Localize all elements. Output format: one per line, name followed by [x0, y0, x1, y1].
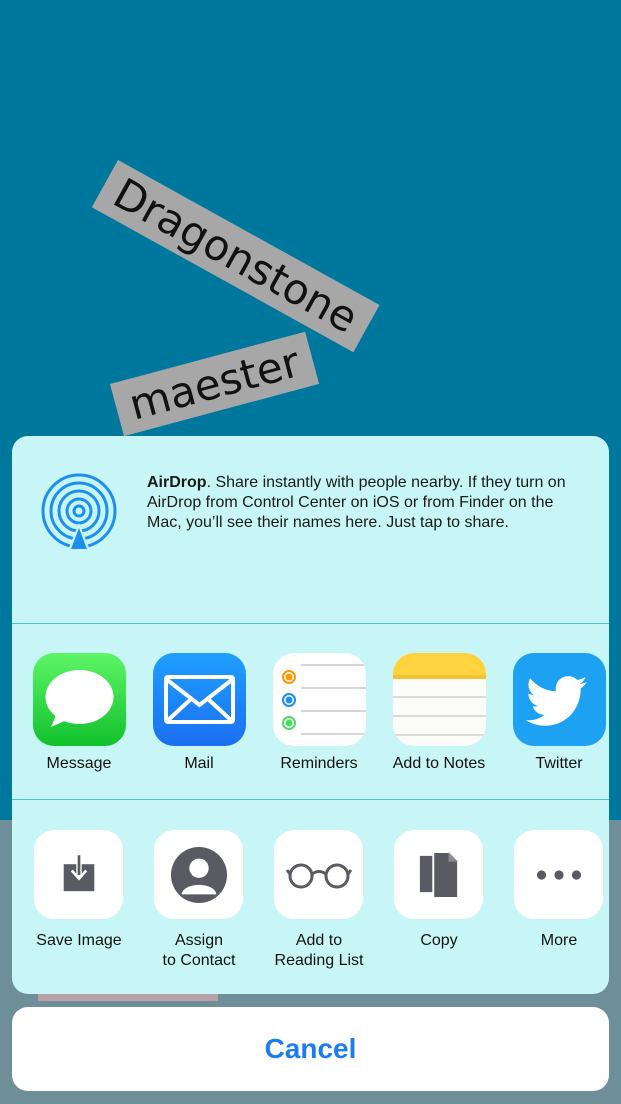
contact-icon — [154, 830, 243, 919]
share-app-label: Mail — [184, 755, 214, 772]
action-label: Copy — [420, 932, 458, 949]
more-icon — [514, 830, 603, 919]
save-image-icon — [34, 830, 123, 919]
message-icon — [33, 653, 126, 746]
share-actions-row: Save Image Assign to Contact Add to Read… — [12, 800, 609, 994]
share-app-label: Add to Notes — [392, 755, 486, 772]
notes-icon — [393, 653, 486, 746]
action-label: Add to Reading List — [274, 932, 364, 969]
copy-icon — [394, 830, 483, 919]
airdrop-body: . Share instantly with people nearby. If… — [147, 474, 566, 531]
cancel-button[interactable]: Cancel — [12, 1007, 609, 1091]
share-app-label: Message — [46, 755, 112, 772]
mail-icon — [153, 653, 246, 746]
airdrop-title: AirDrop — [147, 474, 207, 491]
airdrop-section[interactable]: AirDrop. Share instantly with people nea… — [12, 436, 609, 623]
action-label: Save Image — [36, 932, 122, 949]
share-apps-row: Message Mail Reminders Add to Notes Twit… — [12, 624, 609, 799]
airdrop-description: AirDrop. Share instantly with people nea… — [147, 473, 587, 533]
reminders-icon — [273, 653, 366, 746]
share-app-label: Reminders — [280, 755, 358, 772]
reading-list-icon — [274, 830, 363, 919]
action-label: More — [540, 932, 578, 949]
share-sheet: AirDrop. Share instantly with people nea… — [12, 436, 609, 994]
word-label-dragonstone: Dragonstone — [91, 160, 380, 353]
airdrop-icon — [41, 473, 117, 555]
action-label: Assign to Contact — [162, 932, 236, 969]
share-app-label: Twitter — [535, 755, 583, 772]
twitter-icon — [513, 653, 606, 746]
word-label-maester: maester — [110, 331, 320, 437]
